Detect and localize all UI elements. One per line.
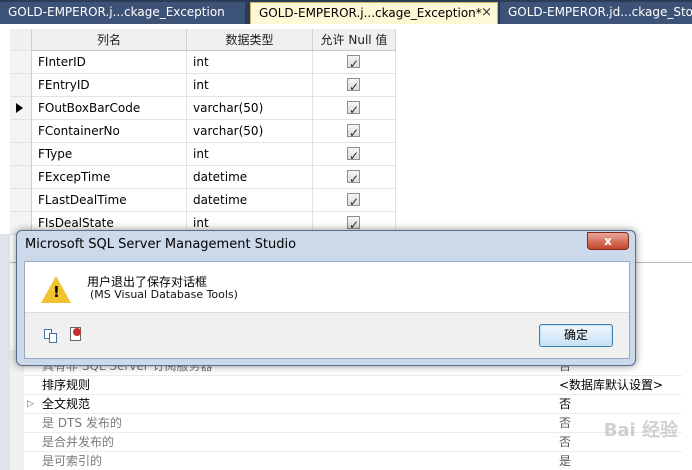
- row-header[interactable]: [10, 189, 32, 212]
- column-name-cell[interactable]: FType: [32, 143, 187, 166]
- tab-label: GOLD-EMPEROR.j...ckage_Exception*: [259, 6, 482, 20]
- property-value: <数据库默认设置>: [559, 378, 664, 392]
- data-type-cell[interactable]: varchar(50): [187, 120, 313, 143]
- table-designer-grid: 列名 数据类型 允许 Null 值 FInterID int FEntryID …: [0, 24, 692, 235]
- tab-stock-table[interactable]: GOLD-EMPEROR.jd...ckage_Stock: [500, 2, 692, 24]
- allow-null-checkbox[interactable]: [347, 76, 360, 96]
- row-header[interactable]: [10, 143, 32, 166]
- expand-triangle-icon[interactable]: ▷: [27, 395, 34, 414]
- allow-null-checkbox[interactable]: [347, 99, 360, 119]
- properties-gutter: [10, 350, 24, 470]
- dialog-body: ! 用户退出了保存对话框 (MS Visual Database Tools) …: [24, 261, 630, 359]
- dialog-title: Microsoft SQL Server Management Studio: [25, 237, 297, 252]
- dialog-source: (MS Visual Database Tools): [90, 288, 238, 301]
- property-row[interactable]: 排序规则 <数据库默认设置>: [24, 376, 682, 395]
- property-row[interactable]: 是可索引的 是: [24, 452, 682, 470]
- data-type-cell[interactable]: datetime: [187, 189, 313, 212]
- column-name-cell[interactable]: FContainerNo: [32, 120, 187, 143]
- tab-label: GOLD-EMPEROR.jd...ckage_Stock: [508, 5, 692, 19]
- allow-null-cell: [313, 143, 396, 166]
- close-icon[interactable]: ×: [481, 3, 492, 23]
- data-type-cell[interactable]: int: [187, 51, 313, 74]
- allow-null-checkbox[interactable]: [347, 191, 360, 211]
- warning-exclamation: !: [53, 283, 60, 301]
- property-row[interactable]: 是 DTS 发布的 否: [24, 414, 682, 433]
- property-name: 排序规则: [42, 378, 91, 392]
- ssms-message-dialog: Microsoft SQL Server Management Studio x…: [16, 230, 636, 366]
- allow-null-cell: [313, 97, 396, 120]
- allow-null-cell: [313, 120, 396, 143]
- dialog-close-button[interactable]: x: [587, 232, 629, 250]
- technical-details-icon[interactable]: [69, 327, 83, 343]
- tab-label: GOLD-EMPEROR.j...ckage_Exception: [8, 5, 225, 19]
- allow-null-checkbox[interactable]: [347, 145, 360, 165]
- property-value: 是: [559, 454, 572, 468]
- allow-null-checkbox[interactable]: [347, 122, 360, 142]
- column-header-allow-null[interactable]: 允许 Null 值: [313, 29, 396, 51]
- allow-null-cell: [313, 166, 396, 189]
- watermark-logo: Bai 经验: [603, 420, 678, 441]
- dialog-footer: 确定: [25, 312, 629, 358]
- copy-message-icon[interactable]: [44, 329, 58, 343]
- tab-exception-table-active[interactable]: GOLD-EMPEROR.j...ckage_Exception* ×: [250, 2, 498, 24]
- column-name-cell[interactable]: FOutBoxBarCode: [32, 97, 187, 120]
- data-type-cell[interactable]: datetime: [187, 166, 313, 189]
- property-value: 否: [559, 416, 572, 430]
- property-row[interactable]: 是合并发布的 否: [24, 433, 682, 452]
- allow-null-checkbox[interactable]: [347, 53, 360, 73]
- allow-null-cell: [313, 189, 396, 212]
- property-name: 全文规范: [42, 397, 91, 411]
- property-value: 否: [559, 397, 572, 411]
- data-type-cell[interactable]: int: [187, 74, 313, 97]
- document-tab-bar: GOLD-EMPEROR.j...ckage_Exception GOLD-EM…: [0, 0, 692, 24]
- column-header-type[interactable]: 数据类型: [187, 29, 313, 51]
- ok-button[interactable]: 确定: [539, 324, 613, 347]
- property-row[interactable]: ▷ 全文规范 否: [24, 395, 682, 414]
- column-name-cell[interactable]: FLastDealTime: [32, 189, 187, 212]
- property-name: 是可索引的: [42, 454, 103, 468]
- property-name: 是 DTS 发布的: [42, 416, 122, 430]
- allow-null-checkbox[interactable]: [347, 168, 360, 188]
- current-row-arrow-icon: [16, 103, 23, 113]
- property-value: 否: [559, 435, 572, 449]
- row-header[interactable]: [10, 166, 32, 189]
- column-header-name[interactable]: 列名: [32, 29, 187, 51]
- allow-null-checkbox[interactable]: [347, 214, 360, 234]
- grid-corner: [10, 29, 32, 51]
- column-name-cell[interactable]: FExcepTime: [32, 166, 187, 189]
- row-header[interactable]: [10, 120, 32, 143]
- allow-null-cell: [313, 51, 396, 74]
- tab-exception-table-1[interactable]: GOLD-EMPEROR.j...ckage_Exception: [0, 2, 245, 24]
- row-header[interactable]: [10, 74, 32, 97]
- column-name-cell[interactable]: FEntryID: [32, 74, 187, 97]
- property-name: 是合并发布的: [42, 435, 115, 449]
- column-name-cell[interactable]: FInterID: [32, 51, 187, 74]
- allow-null-cell: [313, 74, 396, 97]
- row-header[interactable]: [10, 51, 32, 74]
- data-type-cell[interactable]: int: [187, 143, 313, 166]
- data-type-cell[interactable]: varchar(50): [187, 97, 313, 120]
